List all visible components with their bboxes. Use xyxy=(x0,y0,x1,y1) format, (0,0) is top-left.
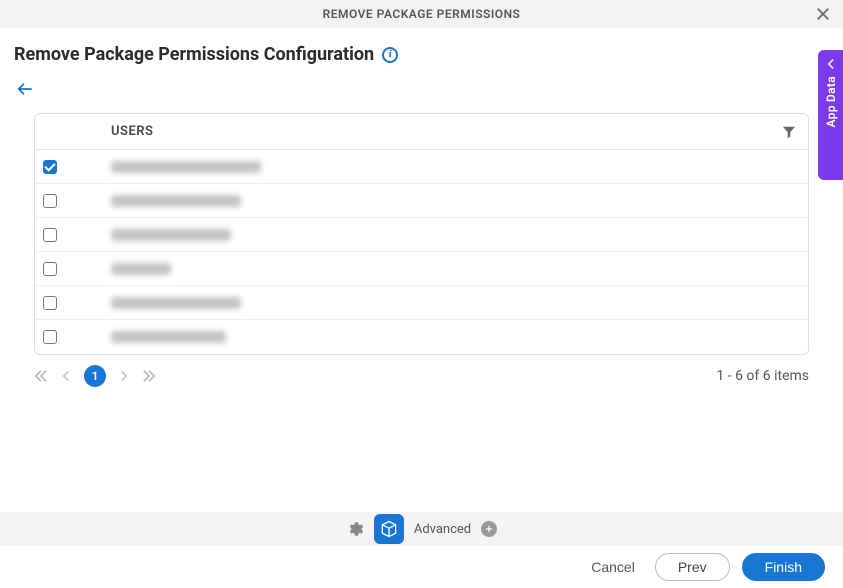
package-button[interactable] xyxy=(374,514,404,544)
pager-last[interactable] xyxy=(142,369,156,383)
row-check-cell xyxy=(35,330,111,344)
chevron-right-icon xyxy=(118,370,130,382)
pager-first[interactable] xyxy=(34,369,48,383)
chevron-left-icon xyxy=(825,58,837,70)
pager-summary: 1 - 6 of 6 items xyxy=(716,368,809,384)
advanced-label: Advanced xyxy=(414,522,471,537)
info-icon[interactable]: i xyxy=(382,47,398,63)
user-name-redacted xyxy=(111,331,226,343)
row-checkbox[interactable] xyxy=(43,194,57,208)
arrow-left-icon xyxy=(14,79,36,99)
user-name-redacted xyxy=(111,229,231,241)
back-button[interactable] xyxy=(14,79,36,99)
filter-icon xyxy=(782,125,796,139)
action-row: Cancel Prev Finish xyxy=(0,546,843,588)
table-row xyxy=(35,252,808,286)
table-row xyxy=(35,286,808,320)
row-name-cell xyxy=(111,263,808,275)
dialog-title: REMOVE PACKAGE PERMISSIONS xyxy=(323,7,521,21)
table-row xyxy=(35,150,808,184)
content-area: Remove Package Permissions Configuration… xyxy=(0,28,843,387)
page-title-row: Remove Package Permissions Configuration… xyxy=(14,44,829,65)
settings-button[interactable] xyxy=(346,520,364,538)
finish-button[interactable]: Finish xyxy=(742,553,825,581)
gear-icon xyxy=(346,520,364,538)
package-icon xyxy=(379,519,399,539)
user-name-redacted xyxy=(111,195,241,207)
row-name-cell xyxy=(111,297,808,309)
row-checkbox[interactable] xyxy=(43,262,57,276)
row-check-cell xyxy=(35,160,111,174)
pager-prev[interactable] xyxy=(60,370,72,382)
table-row xyxy=(35,320,808,354)
pager-next[interactable] xyxy=(118,370,130,382)
row-checkbox[interactable] xyxy=(43,296,57,310)
close-button[interactable] xyxy=(813,4,833,24)
row-name-cell xyxy=(111,229,808,241)
chevron-left-icon xyxy=(60,370,72,382)
pager: 1 1 - 6 of 6 items xyxy=(34,365,809,387)
add-advanced-button[interactable] xyxy=(481,521,497,537)
row-name-cell xyxy=(111,161,808,173)
row-checkbox[interactable] xyxy=(43,160,57,174)
header-users: USERS xyxy=(111,124,808,139)
row-check-cell xyxy=(35,194,111,208)
plus-icon xyxy=(484,524,494,534)
user-name-redacted xyxy=(111,297,241,309)
pager-current-page[interactable]: 1 xyxy=(84,365,106,387)
close-icon xyxy=(816,7,830,21)
prev-button[interactable]: Prev xyxy=(655,553,730,581)
footer-bar: Advanced xyxy=(0,512,843,546)
row-checkbox[interactable] xyxy=(43,330,57,344)
pager-left: 1 xyxy=(34,365,156,387)
side-tab-appdata[interactable]: App Data xyxy=(818,50,843,180)
table-row xyxy=(35,218,808,252)
filter-button[interactable] xyxy=(782,124,798,140)
chevron-double-right-icon xyxy=(142,369,156,383)
row-checkbox[interactable] xyxy=(43,228,57,242)
side-tab-label: App Data xyxy=(824,76,838,127)
chevron-double-left-icon xyxy=(34,369,48,383)
table-row xyxy=(35,184,808,218)
row-name-cell xyxy=(111,195,808,207)
user-name-redacted xyxy=(111,161,261,173)
table-header-row: USERS xyxy=(35,114,808,150)
row-check-cell xyxy=(35,262,111,276)
cancel-button[interactable]: Cancel xyxy=(583,553,643,581)
row-check-cell xyxy=(35,228,111,242)
user-name-redacted xyxy=(111,263,171,275)
page-title: Remove Package Permissions Configuration xyxy=(14,44,374,65)
row-name-cell xyxy=(111,331,808,343)
dialog-header: REMOVE PACKAGE PERMISSIONS xyxy=(0,0,843,28)
row-check-cell xyxy=(35,296,111,310)
users-table: USERS xyxy=(34,113,809,355)
